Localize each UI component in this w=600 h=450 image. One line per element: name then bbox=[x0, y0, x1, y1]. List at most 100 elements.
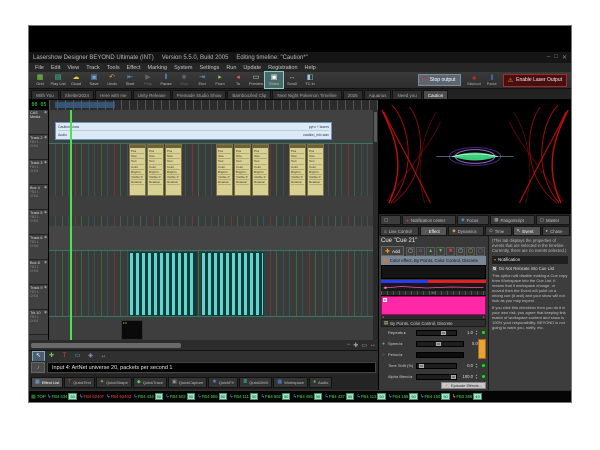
track-header[interactable]: Track 2 FB3 1 - CH04 ◉ bbox=[29, 135, 48, 160]
slider-groove[interactable] bbox=[416, 341, 464, 347]
controller-status-item[interactable]: ϟ FB4 150 50 bbox=[421, 393, 450, 400]
controller-status-item[interactable]: ϟ FB4 62403 bbox=[107, 393, 131, 400]
timeline-tab[interactable]: Bamboozled Clip bbox=[227, 90, 271, 99]
spinner-icons[interactable]: ▲▼ bbox=[475, 330, 479, 336]
panel-tab[interactable]: ↖ Event bbox=[513, 226, 541, 236]
effect-event-block[interactable]: PosSizeTextColorBrightn.Visible P.Rotati… bbox=[129, 144, 146, 196]
enable-laser-output-button[interactable]: ⚠ Enable Laser Output bbox=[503, 74, 567, 87]
track-header[interactable]: Track 3 FB3 1 - CH04 ◉ bbox=[29, 160, 48, 185]
slider-handle[interactable] bbox=[441, 331, 446, 335]
effect-event-block[interactable]: PosSizeTextColorBrightn.Visible P.Rotati… bbox=[289, 144, 306, 196]
panel-tab[interactable]: ◆ Focus bbox=[457, 215, 489, 225]
panel-tab[interactable]: ▦ PangoScript bbox=[490, 215, 535, 225]
dock-tab[interactable]: ▦ Effect List bbox=[31, 377, 63, 388]
toolbar-button[interactable]: ☁ Cloud bbox=[67, 72, 85, 88]
media-icon[interactable]: ♪ bbox=[31, 362, 45, 373]
toolbar-button[interactable]: ⇤ Start bbox=[121, 72, 139, 88]
timeline-tool-button[interactable]: ↖ bbox=[33, 352, 44, 361]
track-header[interactable]: Box 8 FB3 1 - CH04 ◉ bbox=[29, 260, 48, 285]
panel-tab[interactable]: ◆ Dynamics bbox=[448, 226, 484, 236]
menu-item[interactable]: Marking bbox=[145, 65, 171, 71]
track-header[interactable]: Track 6 FB3 1 - CH04 ◉ bbox=[29, 235, 48, 260]
enable-led[interactable] bbox=[481, 363, 486, 368]
dock-tab[interactable]: ▦ Workspace bbox=[273, 377, 308, 388]
dock-tab[interactable]: ≣ QuickDMX bbox=[239, 377, 272, 388]
scroll-thumb[interactable] bbox=[374, 112, 377, 142]
add-effect-button[interactable]: ✚ Add bbox=[381, 246, 404, 256]
track-header[interactable]: Track 9 FB3 1 - CH04 ◉ bbox=[29, 285, 48, 310]
panel-tab[interactable]: ≡ Live Control bbox=[380, 226, 419, 236]
toolbar-button[interactable]: ▤ Play List bbox=[49, 72, 67, 88]
controller-status-item[interactable]: ϟ FB4 434 50 bbox=[134, 393, 163, 400]
slider-groove[interactable] bbox=[416, 374, 457, 380]
track-header[interactable]: Track 5 FB3 1 - CH04 ◉ bbox=[29, 210, 48, 235]
timeline-ruler[interactable] bbox=[49, 100, 378, 110]
timeline-tab[interactable]: Unity Release bbox=[133, 90, 171, 99]
controller-status-item[interactable]: ϟ FB4 562 50 bbox=[261, 393, 290, 400]
effect-event-block[interactable]: PosSizeTextColorBrightn.Visible P.Rotati… bbox=[234, 144, 251, 196]
zoom-control-icon[interactable]: ▭ bbox=[361, 342, 367, 349]
controller-status-item[interactable]: ϟ FB4 555 50 bbox=[198, 393, 227, 400]
effect-tool-button[interactable]: ○ bbox=[416, 247, 425, 256]
effect-tool-button[interactable]: ▢ bbox=[456, 247, 465, 256]
menu-item[interactable]: File bbox=[32, 65, 47, 71]
panel-tab[interactable]: ▢ Master bbox=[536, 215, 570, 225]
track-header[interactable]: CAS Media ◉ bbox=[29, 110, 48, 135]
panel-tab[interactable]: ⊙ Time bbox=[485, 226, 512, 236]
controller-status-item[interactable]: ϟ FB4 455 50 bbox=[293, 393, 322, 400]
controller-status-item[interactable]: ϟ FB4 434 50 bbox=[48, 393, 77, 400]
toolbar-button[interactable]: ◂ To bbox=[229, 72, 247, 88]
timeline-tool-button[interactable]: ▭ bbox=[72, 352, 83, 361]
playhead-cursor[interactable] bbox=[70, 110, 72, 340]
menu-item[interactable]: System bbox=[171, 65, 195, 71]
track-eye-icon[interactable]: ◉ bbox=[44, 311, 47, 315]
slider-groove[interactable] bbox=[416, 363, 457, 369]
menu-item[interactable]: Tools bbox=[104, 65, 123, 71]
maximize-button[interactable]: □ bbox=[554, 54, 558, 61]
timeline-tab[interactable]: 2025 bbox=[343, 90, 363, 99]
enable-led[interactable] bbox=[481, 330, 486, 335]
toolbar-button[interactable]: ■ Stop bbox=[175, 72, 193, 88]
panel-tab[interactable]: ▸ Chase bbox=[542, 226, 570, 236]
slider-radio[interactable]: ○ bbox=[381, 352, 386, 357]
timeline-tab[interactable]: Need you bbox=[392, 90, 421, 99]
panel-tab[interactable]: ▢ bbox=[380, 215, 401, 225]
dock-tab[interactable]: ▣ QuickCapture bbox=[168, 377, 207, 388]
slider-radio[interactable]: ● bbox=[381, 341, 386, 346]
track-eye-icon[interactable]: ◉ bbox=[44, 261, 47, 265]
menu-item[interactable]: Effect bbox=[124, 65, 144, 71]
dock-tab[interactable]: ❖ QuickFX bbox=[208, 377, 238, 388]
timeline-tool-button[interactable]: T bbox=[59, 352, 70, 361]
slider-handle[interactable] bbox=[419, 364, 424, 368]
timeline-horizontal-scrollbar[interactable]: −✚▭↔ bbox=[29, 340, 378, 350]
menu-item[interactable]: Help bbox=[302, 65, 319, 71]
beam-sequence-block[interactable] bbox=[129, 252, 197, 316]
menu-item[interactable]: View bbox=[64, 65, 82, 71]
dock-tab[interactable]: ◆ QuickTrace bbox=[133, 377, 167, 388]
color-editor-swatch[interactable] bbox=[381, 296, 486, 315]
toolbar-button[interactable]: ▣ Video bbox=[265, 72, 283, 88]
dock-tab[interactable]: T QuickText bbox=[64, 377, 95, 388]
effect-tool-button[interactable]: ▲ bbox=[426, 247, 435, 256]
effect-event-block[interactable]: PosSizeTextColorBrightn.Visible P.Rotati… bbox=[165, 144, 182, 196]
timeline-tool-button[interactable]: ↔ bbox=[98, 352, 109, 361]
menu-item[interactable]: Registration bbox=[265, 65, 300, 71]
slider-handle[interactable] bbox=[436, 342, 441, 346]
slider-groove[interactable] bbox=[416, 352, 464, 358]
menu-item[interactable]: Edit bbox=[48, 65, 63, 71]
controller-status-item[interactable]: ϟ FB4 155 50 bbox=[389, 393, 418, 400]
toolbar-button[interactable]: ↔ Scroll bbox=[283, 72, 301, 88]
panel-tab[interactable]: ● Notification center bbox=[402, 215, 456, 225]
do-not-relocate-checkbox[interactable]: ✓ Do Not Relocate into Cue List bbox=[492, 266, 568, 271]
media-event-block[interactable]: Caution show pyro + lasers Audio caution… bbox=[55, 122, 332, 140]
color-handle[interactable] bbox=[383, 298, 387, 302]
menu-item[interactable]: Run bbox=[223, 65, 239, 71]
effect-tool-button[interactable]: ▼ bbox=[436, 247, 445, 256]
checkbox-icon[interactable]: ✓ bbox=[492, 266, 497, 271]
beam-sequence-block[interactable] bbox=[201, 252, 264, 316]
track-eye-icon[interactable]: ◉ bbox=[44, 161, 47, 165]
timeline-tool-button[interactable]: ◈ bbox=[85, 352, 96, 361]
timeline-canvas[interactable]: Caution show pyro + lasers Audio caution… bbox=[49, 110, 373, 340]
controller-status-item[interactable]: ϟ FB4 113 50 bbox=[357, 393, 386, 400]
spinner-icons[interactable]: ▲▼ bbox=[475, 363, 479, 369]
